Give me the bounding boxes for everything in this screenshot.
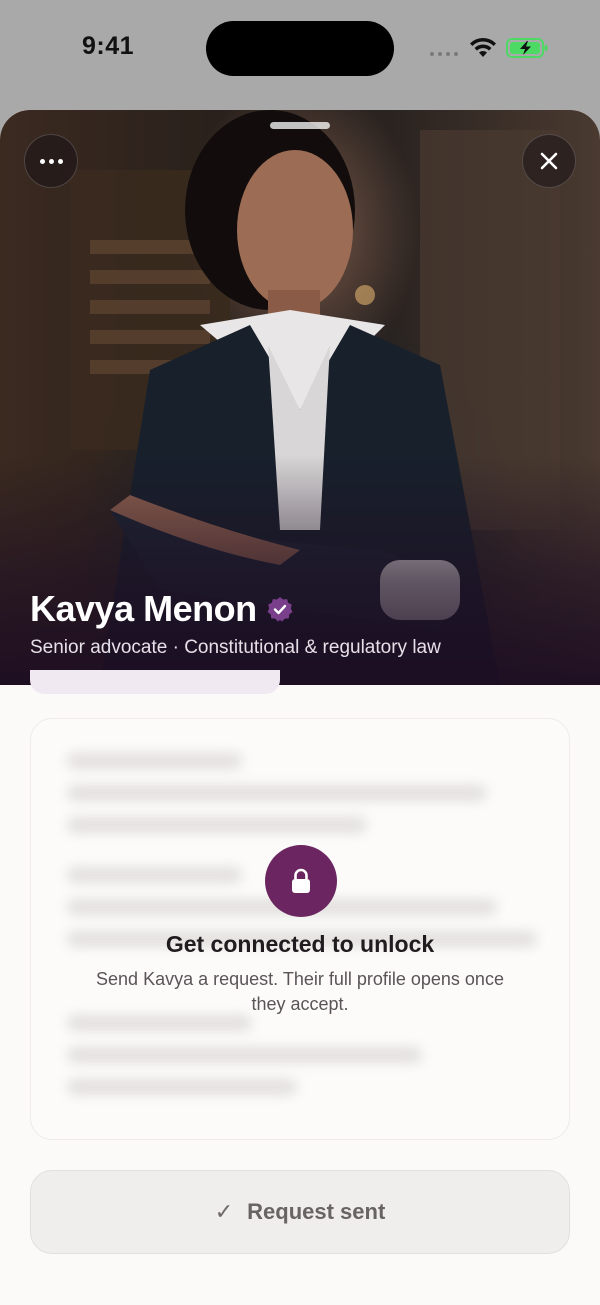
- lock-badge: [265, 845, 337, 917]
- blurred-heading: [67, 753, 242, 769]
- wifi-icon: [470, 37, 496, 57]
- blurred-line: [67, 785, 487, 801]
- profile-subtitle: Senior advocate · Constitutional & regul…: [30, 637, 441, 658]
- locked-profile-card: Get connected to unlock Send Kavya a req…: [30, 718, 570, 1140]
- check-icon: ✓: [214, 1199, 234, 1224]
- sheet-grabber[interactable]: [270, 122, 330, 129]
- blurred-tag: [30, 670, 280, 694]
- profile-name: Kavya Menon: [30, 588, 257, 629]
- profile-name-row: Kavya Menon: [30, 588, 293, 630]
- blurred-line: [67, 1079, 297, 1095]
- verified-badge-icon: [267, 597, 293, 622]
- unlock-title: Get connected to unlock: [165, 931, 435, 957]
- blurred-heading: [67, 1015, 252, 1031]
- lock-icon: [292, 868, 310, 893]
- blurred-heading: [67, 867, 242, 883]
- close-icon: [540, 152, 558, 170]
- blurred-line: [67, 1047, 422, 1063]
- profile-hero: Kavya Menon Senior advocate · Constituti…: [0, 110, 600, 685]
- cellular-signal-icon: [430, 52, 460, 58]
- status-bar: 9:41: [0, 0, 600, 100]
- blurred-line: [67, 817, 367, 833]
- dynamic-island: [206, 21, 394, 76]
- battery-charging-icon: [506, 38, 548, 58]
- request-sent-button[interactable]: ✓ Request sent: [30, 1170, 570, 1254]
- close-button[interactable]: [522, 134, 576, 188]
- unlock-message: Send Kavya a request. Their full profile…: [96, 969, 504, 1014]
- more-options-button[interactable]: [24, 134, 78, 188]
- more-icon: [39, 158, 63, 164]
- request-sent-label: Request sent: [247, 1199, 386, 1224]
- profile-sheet: Kavya Menon Senior advocate · Constituti…: [0, 110, 600, 1305]
- status-time: 9:41: [82, 32, 135, 60]
